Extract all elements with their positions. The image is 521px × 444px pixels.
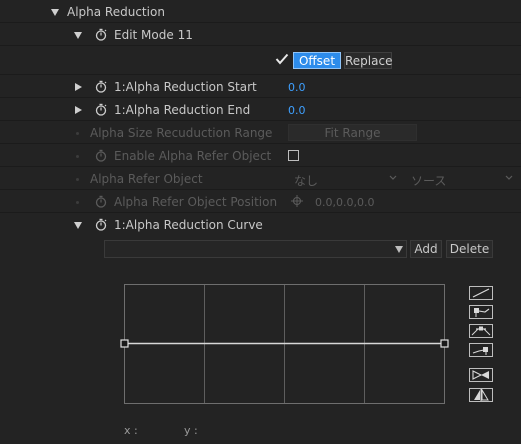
mode-buttons-row: Offset Replace	[0, 46, 521, 75]
refer-object-select[interactable]: なし	[288, 169, 400, 188]
ease-out-icon[interactable]	[469, 343, 493, 357]
refer-position-label: Alpha Refer Object Position	[114, 195, 278, 209]
expand-arrow-icon[interactable]	[75, 106, 82, 114]
mirror-icon[interactable]	[469, 388, 493, 402]
refer-object-label: Alpha Refer Object	[90, 172, 203, 186]
add-button[interactable]: Add	[410, 240, 442, 258]
stopwatch-icon[interactable]	[95, 80, 107, 93]
bezier-curve-icon[interactable]	[469, 324, 493, 338]
flip-horizontal-icon[interactable]	[469, 368, 493, 382]
edit-mode-label: Edit Mode 11	[114, 28, 193, 42]
refer-position-value[interactable]: 0.0,0.0,0.0	[315, 196, 374, 209]
curve-label: 1:Alpha Reduction Curve	[114, 218, 263, 232]
section-title: Alpha Reduction	[67, 5, 165, 19]
offset-button[interactable]: Offset	[293, 52, 341, 69]
dropdown-arrow-icon	[395, 246, 403, 253]
x-readout-label: x :	[124, 424, 138, 437]
alpha-reduction-start-label: 1:Alpha Reduction Start	[114, 80, 257, 94]
curve-point-end	[440, 339, 449, 348]
replace-button[interactable]: Replace	[344, 52, 392, 69]
y-readout-label: y :	[184, 424, 198, 437]
edit-mode-row: Edit Mode 11	[0, 23, 521, 46]
refer-position-row: Alpha Refer Object Position 0.0,0.0,0.0	[0, 190, 521, 213]
ease-in-icon[interactable]	[469, 305, 493, 319]
bullet-dot	[76, 201, 79, 204]
linear-curve-icon[interactable]	[469, 286, 493, 300]
stopwatch-icon	[95, 149, 107, 162]
curve-preset-select[interactable]	[104, 240, 407, 258]
enable-refer-label: Enable Alpha Refer Object	[114, 149, 272, 163]
alpha-reduction-row: Alpha Reduction	[0, 0, 521, 23]
stopwatch-icon[interactable]	[95, 103, 107, 116]
curve-point-start	[120, 339, 129, 348]
bullet-dot	[76, 155, 79, 158]
bullet-dot	[76, 132, 79, 135]
curve-graph[interactable]	[118, 278, 453, 410]
bullet-dot	[76, 178, 79, 181]
alpha-size-range-row: Alpha Size Recuduction Range Fit Range	[0, 121, 521, 144]
refer-object-value: なし	[294, 174, 319, 188]
alpha-reduction-start-value[interactable]: 0.0	[288, 81, 306, 94]
enable-refer-row: Enable Alpha Refer Object	[0, 144, 521, 167]
chevron-down-icon	[505, 175, 513, 180]
crosshair-icon[interactable]	[291, 195, 303, 207]
stopwatch-icon[interactable]	[95, 28, 107, 41]
delete-button[interactable]: Delete	[446, 240, 493, 258]
collapse-arrow-icon[interactable]	[74, 32, 82, 39]
stopwatch-icon	[95, 195, 107, 208]
refer-object-row: Alpha Refer Object なし ソース	[0, 167, 521, 190]
enable-refer-checkbox[interactable]	[288, 150, 299, 161]
alpha-reduction-end-row: 1:Alpha Reduction End 0.0	[0, 98, 521, 121]
fit-range-button[interactable]: Fit Range	[288, 124, 417, 141]
collapse-arrow-icon[interactable]	[51, 9, 59, 16]
checkmark-icon[interactable]	[275, 53, 289, 65]
alpha-reduction-end-value[interactable]: 0.0	[288, 104, 306, 117]
refer-source-select[interactable]: ソース	[405, 169, 517, 188]
collapse-arrow-icon[interactable]	[74, 222, 82, 229]
alpha-reduction-start-row: 1:Alpha Reduction Start 0.0	[0, 75, 521, 98]
alpha-size-range-label: Alpha Size Recuduction Range	[90, 126, 273, 140]
chevron-down-icon	[389, 175, 397, 180]
stopwatch-icon[interactable]	[95, 218, 107, 231]
alpha-reduction-end-label: 1:Alpha Reduction End	[114, 103, 251, 117]
expand-arrow-icon[interactable]	[75, 83, 82, 91]
refer-source-value: ソース	[411, 174, 447, 188]
alpha-reduction-curve-row: 1:Alpha Reduction Curve	[0, 213, 521, 237]
